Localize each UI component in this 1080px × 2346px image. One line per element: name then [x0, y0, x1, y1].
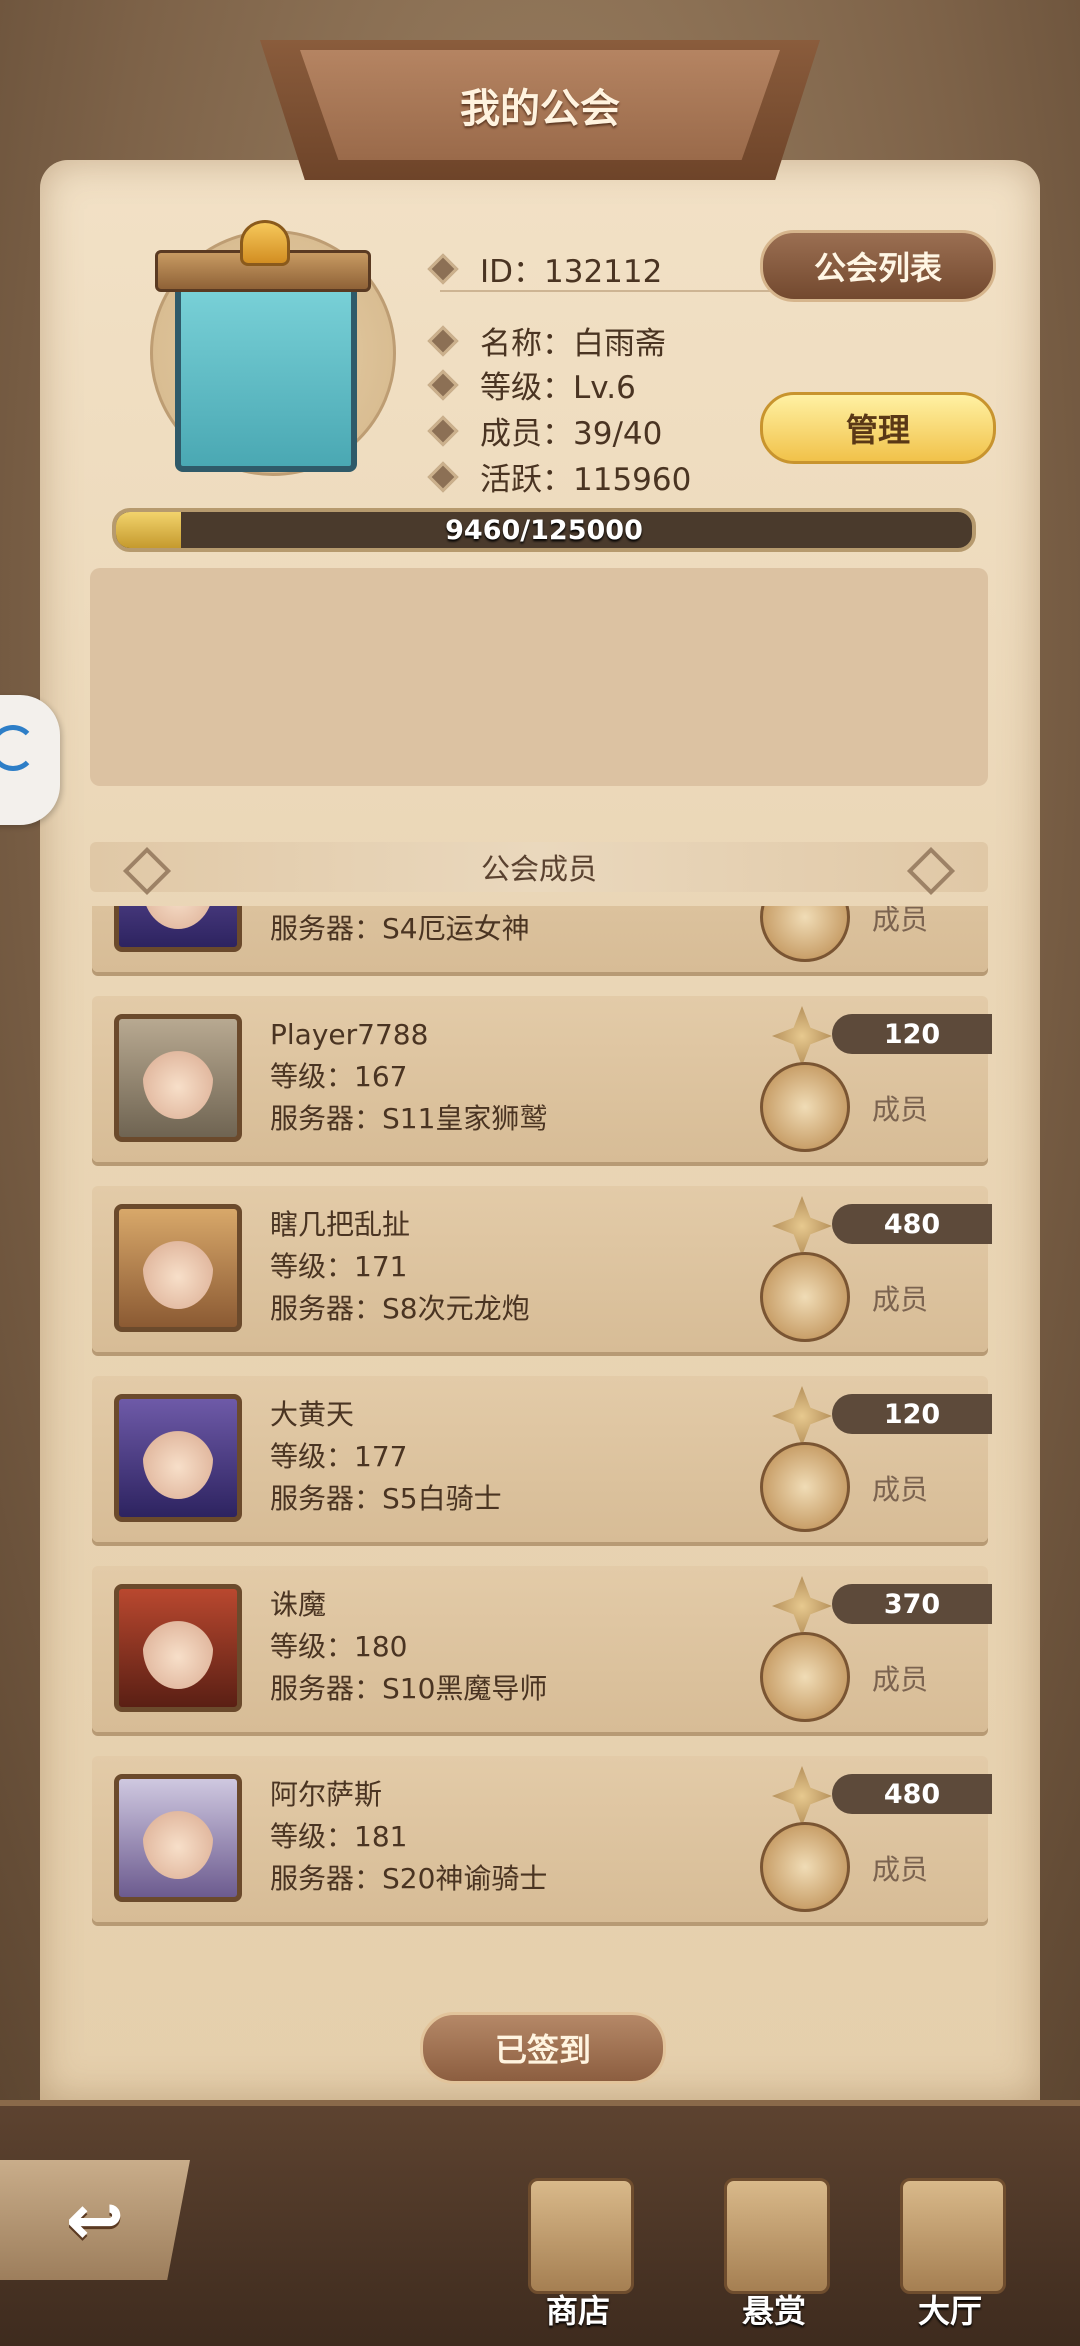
- signed-in-button[interactable]: 已签到: [420, 2012, 666, 2084]
- contribution-star-icon: [772, 1576, 832, 1636]
- member-card[interactable]: 诛魔等级：180 服务器：S10黑魔导师 370 成员: [92, 1566, 992, 1732]
- avatar-portrait-icon: [143, 1419, 213, 1499]
- nav-bounty-label: 悬赏: [741, 2292, 806, 2330]
- member-level: 等级：171: [270, 1250, 408, 1283]
- emblem-mushroom-icon: [240, 220, 290, 266]
- member-role: 成员: [872, 1093, 929, 1126]
- guild-members-row: 成员：39/40: [427, 408, 663, 453]
- avatar-portrait-icon: [143, 1799, 213, 1879]
- nav-shop-label: 商店: [545, 2292, 610, 2330]
- app-logo-icon: [0, 725, 36, 771]
- members-section-header: 公会成员: [90, 842, 988, 896]
- member-level: 等级：177: [270, 1440, 408, 1473]
- crossed-swords-shield-icon: [760, 1822, 850, 1912]
- member-level: 等级：167: [270, 1060, 408, 1093]
- member-server: 服务器：S8次元龙炮: [270, 1292, 530, 1325]
- page-title: 我的公会: [460, 86, 620, 132]
- member-role: 成员: [872, 1283, 929, 1316]
- member-list[interactable]: 书麟乃等级：165服务器：S4厄运女神480成员 Player7788 等级：167…: [0, 906, 1080, 1988]
- guild-notice-box[interactable]: [90, 568, 988, 786]
- guild-activity: 活跃：115960: [480, 462, 692, 498]
- hall-banner-icon: [900, 2178, 1006, 2294]
- guild-id: ID：132112: [480, 254, 663, 290]
- member-points: 480: [832, 1774, 992, 1814]
- member-points: 370: [832, 1584, 992, 1624]
- member-server: 服务器：S4厄运女神: [270, 912, 530, 945]
- guild-level-row: 等级：Lv.6: [427, 362, 636, 407]
- nav-shop[interactable]: 商店: [518, 2168, 638, 2338]
- member-role: 成员: [872, 1473, 929, 1506]
- diamond-bullet-icon: [427, 460, 459, 493]
- member-points: 120: [832, 1394, 992, 1434]
- member-role: 成员: [872, 1853, 929, 1886]
- member-server: 服务器：S20神谕骑士: [270, 1862, 548, 1895]
- shop-scroll-icon: [528, 2178, 634, 2294]
- guild-activity-row: 活跃：115960: [427, 454, 692, 499]
- member-role: 成员: [872, 1663, 929, 1696]
- contribution-star-icon: [772, 1006, 832, 1066]
- contribution-star-icon: [772, 1386, 832, 1446]
- member-avatar[interactable]: [114, 1394, 242, 1522]
- member-server: 服务器：S10黑魔导师: [270, 1672, 548, 1705]
- member-avatar[interactable]: [114, 1584, 242, 1712]
- avatar-portrait-icon: [143, 1609, 213, 1689]
- diamond-bullet-icon: [427, 252, 459, 285]
- guild-xp-text: 9460/125000: [445, 514, 643, 546]
- diamond-bullet-icon: [427, 324, 459, 357]
- member-card[interactable]: 瞎几把乱扯等级：171 服务器：S8次元龙炮 480 成员: [92, 1186, 992, 1352]
- guild-emblem: [100, 190, 430, 520]
- member-card[interactable]: 大黄天等级：177 服务器：S5白骑士 120 成员: [92, 1376, 992, 1542]
- bounty-helmet-icon: [724, 2178, 830, 2294]
- title-banner: 我的公会: [300, 50, 780, 160]
- member-avatar[interactable]: [114, 906, 242, 952]
- member-server: 服务器：S5白骑士: [270, 1482, 502, 1515]
- member-avatar[interactable]: [114, 1014, 242, 1142]
- member-level: 等级：181: [270, 1820, 408, 1853]
- ornament-icon: [906, 846, 956, 896]
- member-card[interactable]: Player7788 等级：167 服务器：S11皇家狮鹫 120 成员: [92, 996, 992, 1162]
- contribution-star-icon: [772, 1766, 832, 1826]
- crossed-swords-shield-icon: [760, 906, 850, 962]
- member-level: 等级：180: [270, 1630, 408, 1663]
- member-points: 480: [832, 1204, 992, 1244]
- member-name: 瞎几把乱扯: [270, 1208, 411, 1241]
- guild-level: 等级：Lv.6: [480, 370, 636, 406]
- guild-member-count: 成员：39/40: [480, 416, 663, 452]
- member-name: 阿尔萨斯: [270, 1778, 383, 1811]
- guild-id-row: ID：132112: [427, 246, 663, 291]
- member-card[interactable]: 阿尔萨斯等级：181 服务器：S20神谕骑士 480 成员: [92, 1756, 992, 1922]
- member-name: 诛魔: [270, 1588, 327, 1621]
- diamond-bullet-icon: [427, 368, 459, 401]
- nav-bounty[interactable]: 悬赏: [714, 2168, 834, 2338]
- avatar-portrait-icon: [143, 1229, 213, 1309]
- diamond-bullet-icon: [427, 414, 459, 447]
- member-points: 120: [832, 1014, 992, 1054]
- guild-name-row: 名称：白雨斋: [427, 318, 666, 363]
- crossed-swords-shield-icon: [760, 1062, 850, 1152]
- back-arrow-icon: ↩: [65, 2179, 125, 2261]
- contribution-star-icon: [772, 1196, 832, 1256]
- nav-hall-label: 大厅: [917, 2292, 982, 2330]
- member-avatar[interactable]: [114, 1204, 242, 1332]
- manage-button[interactable]: 管理: [760, 392, 996, 464]
- avatar-portrait-icon: [143, 1039, 213, 1119]
- crossed-swords-shield-icon: [760, 1632, 850, 1722]
- member-avatar[interactable]: [114, 1774, 242, 1902]
- members-section-title: 公会成员: [480, 852, 597, 886]
- member-role: 成员: [872, 906, 929, 936]
- crossed-swords-shield-icon: [760, 1442, 850, 1532]
- member-name: Player7788: [270, 1018, 429, 1051]
- back-button[interactable]: ↩: [0, 2160, 190, 2280]
- avatar-portrait-icon: [143, 906, 213, 929]
- guild-name: 名称：白雨斋: [480, 326, 666, 362]
- crossed-swords-shield-icon: [760, 1252, 850, 1342]
- member-card[interactable]: 书麟乃等级：165服务器：S4厄运女神480成员: [92, 906, 988, 972]
- member-name: 大黄天: [270, 1398, 355, 1431]
- member-server: 服务器：S11皇家狮鹫: [270, 1102, 548, 1135]
- ornament-icon: [122, 846, 172, 896]
- guild-list-button[interactable]: 公会列表: [760, 230, 996, 302]
- floating-side-tab[interactable]: [0, 695, 60, 825]
- nav-hall[interactable]: 大厅: [890, 2168, 1010, 2338]
